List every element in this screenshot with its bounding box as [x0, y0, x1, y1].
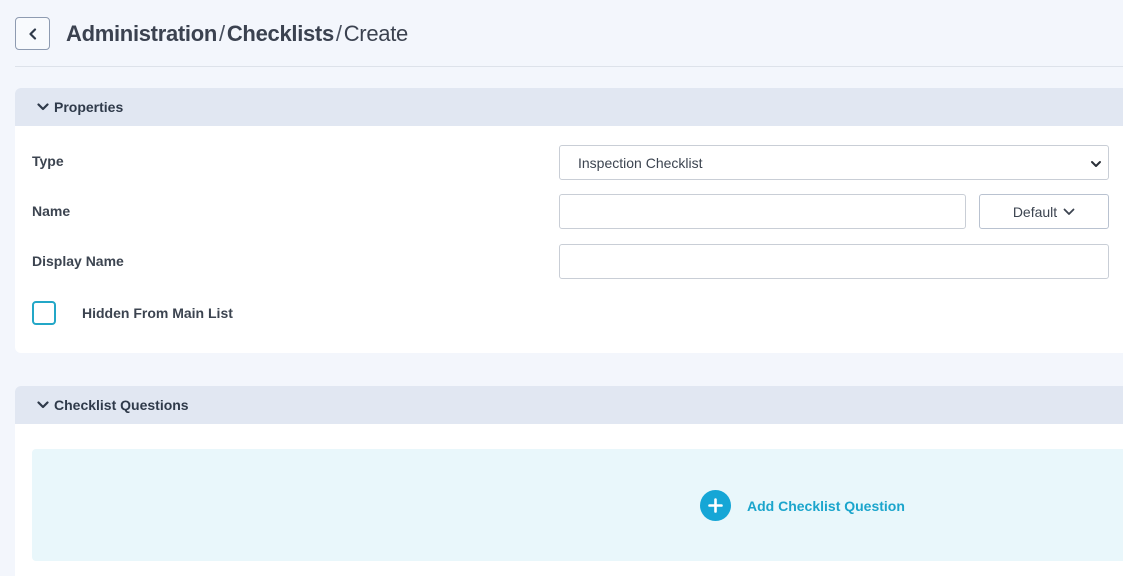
chevron-down-icon	[37, 102, 49, 112]
chevron-down-icon	[1063, 207, 1075, 217]
breadcrumb-separator: /	[335, 21, 342, 46]
back-button[interactable]	[15, 17, 50, 50]
name-input[interactable]	[559, 194, 966, 229]
breadcrumb-separator: /	[219, 21, 225, 46]
default-dropdown-button[interactable]: Default	[979, 194, 1109, 229]
type-label: Type	[32, 153, 64, 169]
properties-panel: Properties Type Inspection Checklist Nam…	[15, 88, 1123, 353]
plus-circle-icon	[700, 490, 731, 521]
breadcrumb: Administration/Checklists/Create	[66, 21, 408, 47]
hidden-from-main-list-checkbox[interactable]	[32, 301, 56, 325]
breadcrumb-administration[interactable]: Administration	[66, 21, 217, 46]
page-header: Administration/Checklists/Create	[0, 0, 1123, 67]
header-divider	[15, 66, 1123, 67]
display-name-label: Display Name	[32, 253, 124, 269]
hidden-from-main-list-label[interactable]: Hidden From Main List	[82, 305, 233, 321]
chevron-down-icon	[37, 400, 49, 410]
checklist-questions-header[interactable]: Checklist Questions	[15, 386, 1123, 424]
add-checklist-question-button[interactable]: Add Checklist Question	[700, 490, 905, 521]
properties-title: Properties	[54, 99, 124, 115]
display-name-input[interactable]	[559, 244, 1109, 279]
chevron-down-icon	[1090, 157, 1102, 173]
breadcrumb-checklists[interactable]: Checklists	[227, 21, 334, 46]
add-question-area: Add Checklist Question	[32, 449, 1123, 561]
name-label: Name	[32, 203, 71, 219]
breadcrumb-create: Create	[343, 21, 409, 46]
checklist-questions-title: Checklist Questions	[54, 397, 189, 413]
type-select-value: Inspection Checklist	[578, 154, 703, 171]
add-checklist-question-label: Add Checklist Question	[747, 497, 905, 514]
properties-header[interactable]: Properties	[15, 88, 1123, 126]
chevron-left-icon	[28, 27, 36, 40]
type-select[interactable]: Inspection Checklist	[559, 145, 1109, 180]
checklist-questions-panel: Checklist Questions Add Checklist Questi…	[15, 386, 1123, 576]
default-label: Default	[1012, 203, 1058, 220]
